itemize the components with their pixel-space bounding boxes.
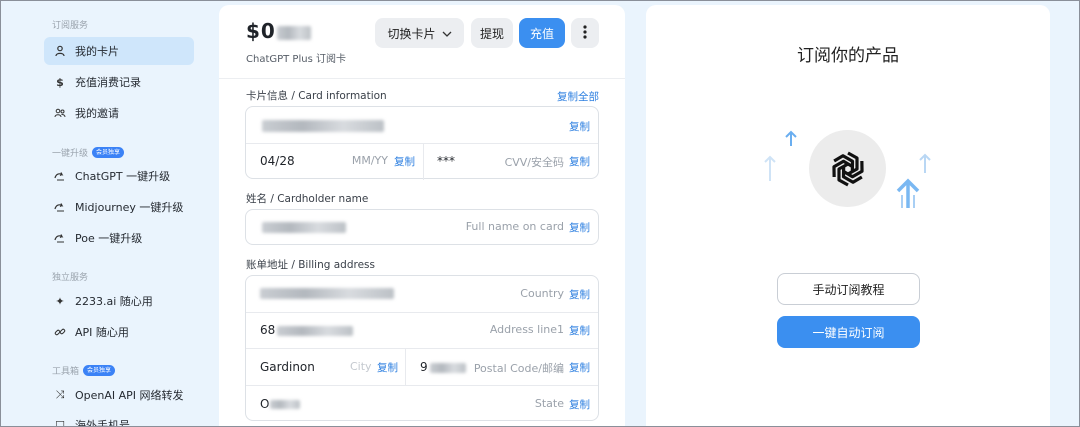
copy-all-link[interactable]: 复制全部 <box>557 89 599 104</box>
card-info-label: 卡片信息 / Card information <box>246 90 387 102</box>
billing-label: 账单地址 / Billing address <box>246 259 375 271</box>
phone-icon: ☐ <box>55 418 65 427</box>
more-button[interactable] <box>571 18 599 48</box>
section-title-toolbox: 工具箱 会员独享 <box>52 364 116 377</box>
state-placeholder: State <box>534 397 564 410</box>
users-icon <box>54 107 66 119</box>
sidebar-item-label: OpenAI API 网络转发 <box>75 389 184 402</box>
expiry-placeholder: MM/YY <box>351 154 388 167</box>
expiry-value[interactable]: 04/28 <box>260 154 295 168</box>
copy-card-number-link[interactable]: 复制 <box>569 119 590 134</box>
card-panel: $0 ChatGPT Plus 订阅卡 切换卡片 提现 充值 卡片信息 / Ca… <box>219 5 625 427</box>
cvv-placeholder: CVV/安全码 <box>504 156 564 169</box>
card-number-value <box>262 120 384 132</box>
sidebar-item-label: 海外手机号 <box>75 419 130 427</box>
copy-state-link[interactable]: 复制 <box>569 397 590 412</box>
cardholder-placeholder: Full name on card <box>465 220 564 233</box>
section-title-subscription: 订阅服务 <box>52 21 89 31</box>
sidebar-item-openai-forward[interactable]: ⤨ OpenAI API 网络转发 <box>44 381 194 409</box>
sidebar-item-my-cards[interactable]: 我的卡片 <box>44 37 194 65</box>
postal-value[interactable]: 9 <box>420 360 466 374</box>
sidebar-item-label: Poe 一键升级 <box>75 232 143 245</box>
sidebar-item-chatgpt-upgrade[interactable]: ChatGPT 一键升级 <box>44 162 194 190</box>
sidebar: 订阅服务 我的卡片 $ 充值消费记录 我的邀请 一键升级 会员独享 ChatGPT… <box>0 0 208 427</box>
cardholder-label: 姓名 / Cardholder name <box>246 193 369 205</box>
copy-city-link[interactable]: 复制 <box>377 360 398 375</box>
sidebar-item-label: Midjourney 一键升级 <box>75 201 184 214</box>
sidebar-item-recharge-records[interactable]: $ 充值消费记录 <box>44 68 194 96</box>
city-value[interactable]: Gardinon <box>260 360 315 374</box>
copy-expiry-link[interactable]: 复制 <box>394 154 415 169</box>
shuffle-icon: ⤨ <box>55 388 65 401</box>
arrow-up-icon <box>919 153 931 173</box>
openai-logo-icon <box>809 130 886 207</box>
manual-tutorial-button[interactable]: 手动订阅教程 <box>777 273 920 305</box>
recharge-button[interactable]: 充值 <box>519 18 565 48</box>
state-value[interactable]: O <box>260 397 301 411</box>
cardholder-value <box>262 222 346 233</box>
sidebar-item-label: 2233.ai 随心用 <box>75 295 153 308</box>
copy-cvv-link[interactable]: 复制 <box>569 154 590 169</box>
card-user-icon <box>54 45 66 57</box>
upgrade-icon <box>54 170 66 182</box>
copy-address-link[interactable]: 复制 <box>569 323 590 338</box>
address-placeholder: Address line1 <box>489 323 564 336</box>
subscribe-panel: 订阅你的产品 手动订阅教程 一键自动订阅 <box>646 5 1050 427</box>
upgrade-icon <box>54 232 66 244</box>
sidebar-item-label: 我的卡片 <box>75 45 119 58</box>
subscribe-title: 订阅你的产品 <box>797 46 899 66</box>
country-placeholder: Country <box>520 287 564 300</box>
cardholder-input[interactable]: Full name on card 复制 <box>245 209 599 245</box>
link-icon <box>54 326 66 338</box>
arrow-up-icon <box>764 155 776 181</box>
section-title-upgrade: 一键升级 会员独享 <box>52 146 125 159</box>
withdraw-button[interactable]: 提现 <box>471 18 513 48</box>
section-title-independent: 独立服务 <box>52 273 89 283</box>
sidebar-item-poe-upgrade[interactable]: Poe 一键升级 <box>44 224 194 252</box>
city-placeholder: City <box>350 360 372 373</box>
sidebar-item-label: API 随心用 <box>75 326 129 339</box>
more-vertical-icon <box>583 24 587 42</box>
copy-country-link[interactable]: 复制 <box>569 287 590 302</box>
sidebar-item-api[interactable]: API 随心用 <box>44 318 194 346</box>
sidebar-item-midjourney-upgrade[interactable]: Midjourney 一键升级 <box>44 193 194 221</box>
member-badge: 会员独享 <box>83 365 116 376</box>
switch-card-button[interactable]: 切换卡片 <box>375 18 464 48</box>
chevron-down-icon <box>442 26 452 40</box>
upgrade-icon <box>54 201 66 213</box>
copy-cardholder-link[interactable]: 复制 <box>569 220 590 235</box>
sidebar-item-phone[interactable]: ☐ 海外手机号 <box>44 411 194 427</box>
cvv-value[interactable]: *** <box>437 154 455 168</box>
auto-subscribe-button[interactable]: 一键自动订阅 <box>777 316 920 348</box>
card-info-box: 复制 04/28 MM/YY 复制 *** CVV/安全码 复制 <box>245 106 599 180</box>
sidebar-item-2233ai[interactable]: ✦ 2233.ai 随心用 <box>44 287 194 315</box>
sparkle-icon: ✦ <box>55 294 65 308</box>
card-balance: $0 <box>246 19 311 43</box>
postal-placeholder: Postal Code/邮编 <box>473 362 564 375</box>
arrow-up-icon <box>785 130 797 146</box>
member-badge: 会员独享 <box>92 147 125 158</box>
billing-box: Country 复制 68 Address line1 复制 Gardinon … <box>245 275 599 421</box>
sidebar-item-label: ChatGPT 一键升级 <box>75 170 171 183</box>
dollar-icon: $ <box>56 75 64 89</box>
sidebar-item-invites[interactable]: 我的邀请 <box>44 99 194 127</box>
address-value[interactable]: 68 <box>260 323 354 337</box>
card-subtitle: ChatGPT Plus 订阅卡 <box>246 54 346 65</box>
country-value <box>260 288 394 299</box>
copy-postal-link[interactable]: 复制 <box>569 360 590 375</box>
arrow-up-icon <box>896 178 920 208</box>
sidebar-item-label: 我的邀请 <box>75 107 119 120</box>
sidebar-item-label: 充值消费记录 <box>75 76 141 89</box>
